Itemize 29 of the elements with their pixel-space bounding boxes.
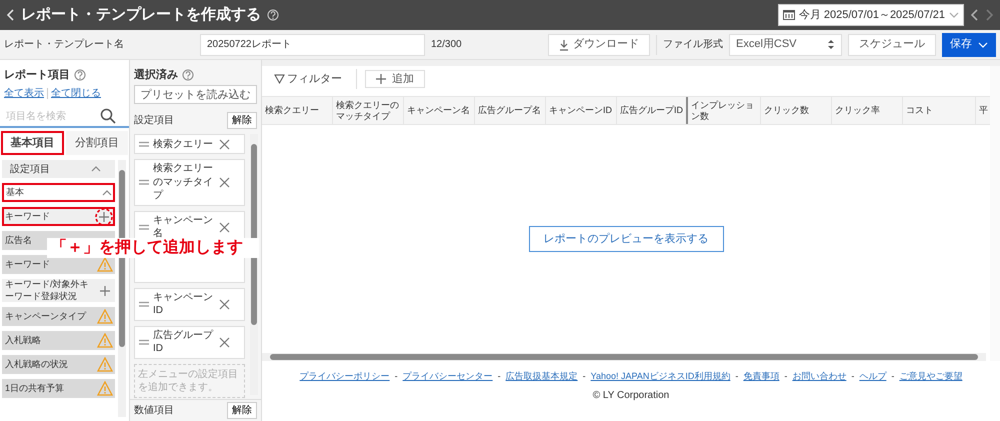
separator: - [582,371,586,383]
field-label: ファイル形式 [663,38,723,51]
column-header: 検索クエリー [262,97,333,124]
column-header: クリック数 [761,97,832,124]
hint-text: 左メニューの設定項目を追加できます。 [134,364,245,398]
column-header: キャンペーン名 [404,97,475,124]
separator: - [784,371,788,383]
field-label: レポート・テンプレート名 [4,38,125,51]
column-header: キャンペーンID [546,97,617,124]
separator: - [498,371,501,383]
column-header: クリック率 [832,97,903,124]
column-header: 広告グループ名 [475,97,546,124]
column-header: 平 [978,104,989,118]
section-label: 設定項目 [134,114,174,127]
separator: - [394,371,398,383]
column-header: コスト [903,97,976,124]
character-counter: 12/300 [431,38,462,51]
annotation-tooltip: 「＋」を押して追加します [47,238,259,258]
panel-title: 選択済み [134,68,178,82]
copyright-text: © LY Corporation [592,388,670,402]
separator: - [891,371,894,383]
separator: - [735,371,738,383]
separator: - [851,371,854,383]
column-header: 広告グループID [617,97,688,124]
column-header: 検索クエリーのマッチタイプ [333,97,404,124]
column-header: インプレッション数 [688,97,761,124]
section-label: 数値項目 [134,404,174,417]
panel-title: レポート項目 [4,68,70,82]
page-title: レポート・テンプレートを作成する [21,5,261,25]
